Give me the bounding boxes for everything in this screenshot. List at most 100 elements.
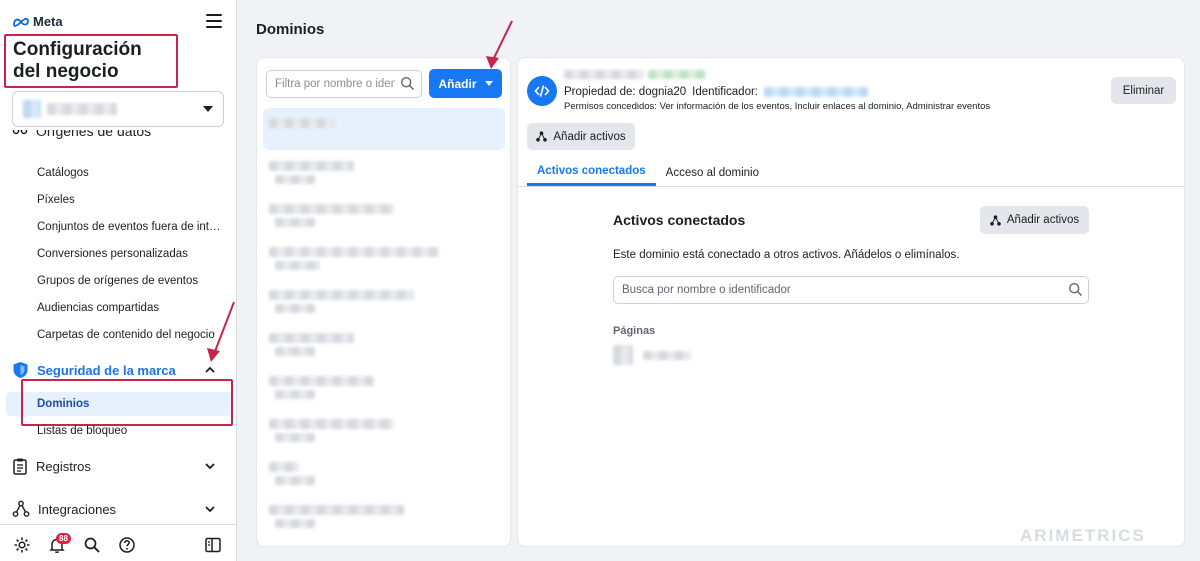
domain-id-blurred [275,433,315,442]
domain-id-blurred [275,476,315,485]
domain-name-blurred [269,462,299,472]
sidebar-item-pixels[interactable]: Píxeles [37,194,222,206]
domain-code-icon [527,76,557,106]
domain-name-blurred [269,204,394,214]
account-name-blurred [47,103,117,115]
domain-list-item[interactable] [263,237,505,279]
domains-filter-input[interactable] [266,70,422,98]
domain-detail-panel: Propiedad de: dognia20 Identificador: Pe… [517,57,1185,547]
domain-id-blurred [275,304,315,313]
domain-id-blurred [275,261,320,270]
gear-icon[interactable] [13,536,31,554]
domain-list-item-selected[interactable] [263,108,505,150]
tab-domain-access[interactable]: Acceso al dominio [656,159,769,186]
assets-icon [990,214,1001,226]
add-domain-button[interactable]: Añadir [429,69,502,98]
business-settings-title: Configuración del negocio [4,34,178,88]
logs-label: Registros [36,458,91,474]
sidebar-footer: 88 [0,524,237,561]
sidebar-item-offline-event-sets[interactable]: Conjuntos de eventos fuera de internet [37,221,222,233]
menu-icon[interactable] [206,14,222,28]
chevron-down-icon [203,106,213,112]
permissions-line: Permisos concedidos: Ver información de … [564,101,991,112]
sidebar-item-custom-conversions[interactable]: Conversiones personalizadas [37,248,222,260]
assets-search-input[interactable] [613,276,1089,304]
domain-name-blurred [269,505,404,515]
assets-icon [536,131,548,142]
search-icon [400,76,415,91]
page-title: Dominios [256,21,325,38]
clipboard-icon [13,458,27,475]
domain-list-item[interactable] [263,151,505,193]
sidebar: Meta Configuración del negocio Orígenes … [0,0,237,561]
sidebar-item-content-folders[interactable]: Carpetas de contenido del negocio [37,329,222,341]
sidebar-item-catalogs[interactable]: Catálogos [37,167,222,179]
sidebar-section-integrations[interactable]: Integraciones [12,500,217,518]
domain-name-blurred [269,333,354,343]
chevron-up-icon[interactable] [203,363,217,377]
pages-label: Páginas [613,325,656,337]
domain-id-blurred [275,347,315,356]
sidebar-section-brand-safety[interactable]: Seguridad de la marca [12,361,217,379]
add-assets-button[interactable]: Añadir activos [527,123,635,150]
data-sources-label: Orígenes de datos [36,130,152,139]
domain-name-blurred [564,70,706,79]
delete-domain-button[interactable]: Eliminar [1111,77,1176,104]
data-sources-icon [12,130,28,135]
domain-id-blurred [275,390,315,399]
page-avatar-blurred [613,345,633,365]
domain-list-item[interactable] [263,194,505,236]
domain-list-item[interactable] [263,323,505,365]
page-name-blurred [643,350,691,360]
connected-page-item[interactable] [613,345,691,365]
integrations-icon [12,500,30,517]
add-domain-label: Añadir [438,76,477,91]
sidebar-item-event-source-groups[interactable]: Grupos de orígenes de eventos [37,275,222,287]
domain-list-item[interactable] [263,409,505,451]
sidebar-section-logs[interactable]: Registros [12,457,217,475]
watermark: ARIMETRICS [1020,526,1146,545]
shield-icon [13,362,28,378]
domain-name-blurred [269,161,354,171]
domain-id-blurred [275,519,315,528]
domain-name-blurred [269,118,334,128]
section-add-assets-label: Añadir activos [1006,214,1080,226]
chevron-down-icon[interactable] [203,459,217,473]
meta-logo: Meta [12,14,63,29]
connected-assets-description: Este dominio está conectado a otros acti… [613,249,960,261]
tabs-divider [518,186,1184,187]
domain-list-item[interactable] [263,280,505,322]
owner-label: Propiedad de: dognia20 [564,86,687,98]
domain-id-blurred [275,218,315,227]
chevron-down-icon[interactable] [203,502,217,516]
brand-safety-label: Seguridad de la marca [37,362,176,378]
business-account-select[interactable] [12,91,224,127]
domain-name-blurred [269,419,394,429]
notification-badge: 88 [56,533,71,544]
domains-list-panel: Añadir [256,57,511,547]
domains-highlight-box [21,379,233,426]
search-icon[interactable] [83,536,101,554]
caret-down-icon [484,81,493,86]
domain-list-item[interactable] [263,495,505,537]
domain-name-blurred [269,376,374,386]
domain-list-item[interactable] [263,366,505,408]
connected-assets-title: Activos conectados [613,212,746,228]
integrations-label: Integraciones [38,501,117,517]
meta-brand-text: Meta [33,14,63,29]
account-icon-blurred [23,100,41,118]
sidebar-section-data-sources[interactable]: Orígenes de datos [12,130,212,144]
panel-toggle-icon[interactable] [204,536,222,554]
detail-tabs: Activos conectados Acceso al dominio [527,159,769,186]
sidebar-item-shared-audiences[interactable]: Audiencias compartidas [37,302,222,314]
meta-infinity-icon [13,17,29,27]
tab-connected-assets[interactable]: Activos conectados [527,159,656,186]
domain-id-blurred [275,175,315,184]
add-assets-label: Añadir activos [553,130,626,143]
sidebar-item-block-lists[interactable]: Listas de bloqueo [37,425,222,437]
help-icon[interactable] [118,536,136,554]
section-add-assets-button[interactable]: Añadir activos [980,206,1089,234]
domain-id-blurred [764,87,868,97]
domain-list-item[interactable] [263,452,505,494]
search-icon [1068,282,1083,297]
